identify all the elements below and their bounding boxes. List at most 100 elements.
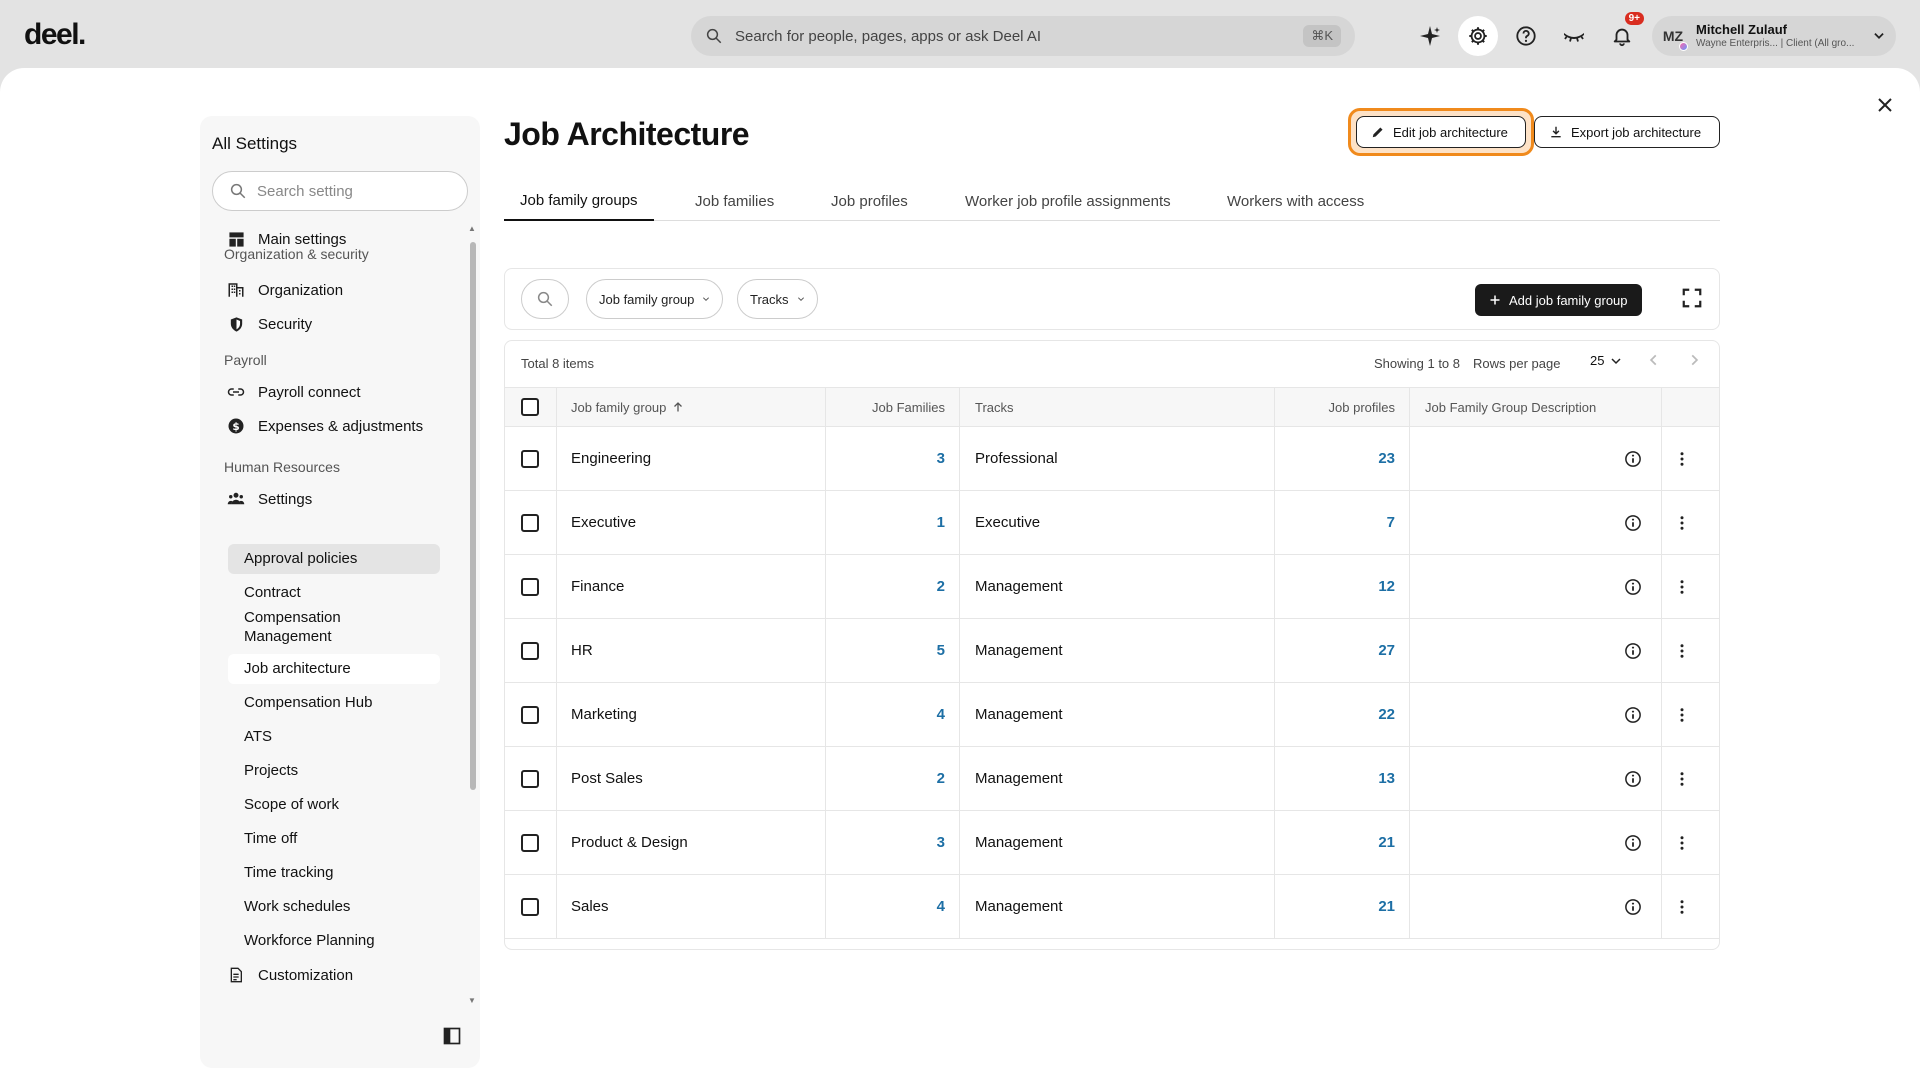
row-actions-button[interactable] <box>1672 555 1692 618</box>
job-family-group-filter[interactable]: Job family group <box>586 279 724 319</box>
sidebar-item-approval-policies[interactable]: Approval policies <box>228 544 440 574</box>
tab-job-families[interactable]: Job families <box>695 181 774 221</box>
row-checkbox[interactable] <box>521 555 539 618</box>
tab-job-family-groups[interactable]: Job family groups <box>504 181 654 221</box>
column-header-job-family-group[interactable]: Job family group <box>571 388 684 426</box>
table-row[interactable]: Post Sales 2 Management 13 <box>505 747 1719 811</box>
row-actions-button[interactable] <box>1672 747 1692 810</box>
job-families-count-link[interactable]: 2 <box>825 747 945 810</box>
description-info-button[interactable] <box>1623 491 1643 554</box>
sidebar-item-expenses[interactable]: $ Expenses & adjustments <box>212 411 452 441</box>
description-info-button[interactable] <box>1623 875 1643 938</box>
job-families-count-link[interactable]: 5 <box>825 619 945 682</box>
sidebar-item-customization[interactable]: Customization <box>212 960 452 990</box>
sidebar-item-projects[interactable]: Projects <box>228 756 440 786</box>
job-families-count-link[interactable]: 1 <box>825 491 945 554</box>
row-actions-button[interactable] <box>1672 875 1692 938</box>
row-checkbox[interactable] <box>521 747 539 810</box>
table-search-button[interactable] <box>521 279 569 319</box>
job-families-count-link[interactable]: 3 <box>825 427 945 490</box>
table-row[interactable]: Marketing 4 Management 22 <box>505 683 1719 747</box>
description-info-button[interactable] <box>1623 555 1643 618</box>
sidebar-item-security[interactable]: Security <box>212 309 452 339</box>
export-job-architecture-button[interactable]: Export job architecture <box>1534 116 1720 148</box>
collapse-sidebar-button[interactable] <box>442 1026 464 1048</box>
job-families-count-link[interactable]: 3 <box>825 811 945 874</box>
row-actions-button[interactable] <box>1672 683 1692 746</box>
ai-sparkle-button[interactable] <box>1410 16 1450 56</box>
sidebar-item-job-architecture[interactable]: Job architecture <box>228 654 440 684</box>
sidebar-scrollbar[interactable] <box>470 242 476 790</box>
job-family-group-name[interactable]: Executive <box>571 491 636 554</box>
row-checkbox[interactable] <box>521 811 539 874</box>
job-family-group-name[interactable]: Post Sales <box>571 747 643 810</box>
scroll-down-arrow[interactable]: ▼ <box>468 996 476 1005</box>
job-families-count-link[interactable]: 4 <box>825 683 945 746</box>
next-page-button[interactable] <box>1687 353 1701 372</box>
sidebar-item-time-off[interactable]: Time off <box>228 824 440 854</box>
table-row[interactable]: Sales 4 Management 21 <box>505 875 1719 939</box>
edit-job-architecture-button[interactable]: Edit job architecture <box>1356 116 1526 148</box>
notifications-button[interactable]: 9+ <box>1602 12 1644 56</box>
scroll-up-arrow[interactable]: ▲ <box>468 224 476 233</box>
table-row[interactable]: Engineering 3 Professional 23 <box>505 427 1719 491</box>
row-actions-button[interactable] <box>1672 427 1692 490</box>
description-info-button[interactable] <box>1623 619 1643 682</box>
job-profiles-count-link[interactable]: 21 <box>1274 811 1395 874</box>
global-search-input[interactable]: Search for people, pages, apps or ask De… <box>691 16 1355 56</box>
job-family-group-name[interactable]: Marketing <box>571 683 637 746</box>
select-all-checkbox[interactable] <box>521 388 539 426</box>
job-family-group-name[interactable]: Product & Design <box>571 811 688 874</box>
description-info-button[interactable] <box>1623 747 1643 810</box>
rows-per-page-select[interactable]: 25 <box>1590 353 1622 368</box>
job-family-group-name[interactable]: Finance <box>571 555 624 618</box>
job-profiles-count-link[interactable]: 7 <box>1274 491 1395 554</box>
add-job-family-group-button[interactable]: Add job family group <box>1475 284 1642 316</box>
sidebar-item-scope-of-work[interactable]: Scope of work <box>228 790 440 820</box>
row-actions-button[interactable] <box>1672 491 1692 554</box>
tab-workers-with-access[interactable]: Workers with access <box>1227 181 1364 221</box>
row-actions-button[interactable] <box>1672 619 1692 682</box>
row-checkbox[interactable] <box>521 683 539 746</box>
row-actions-button[interactable] <box>1672 811 1692 874</box>
sidebar-item-contract[interactable]: Contract <box>228 578 440 608</box>
fullscreen-button[interactable] <box>1681 287 1705 311</box>
prev-page-button[interactable] <box>1647 353 1661 372</box>
sidebar-item-payroll-connect[interactable]: Payroll connect <box>212 377 452 407</box>
job-profiles-count-link[interactable]: 13 <box>1274 747 1395 810</box>
sidebar-item-hr-settings[interactable]: Settings <box>212 484 452 514</box>
tab-job-profiles[interactable]: Job profiles <box>831 181 908 221</box>
tab-worker-job-profile-assignments[interactable]: Worker job profile assignments <box>965 181 1171 221</box>
table-row[interactable]: HR 5 Management 27 <box>505 619 1719 683</box>
job-profiles-count-link[interactable]: 22 <box>1274 683 1395 746</box>
job-profiles-count-link[interactable]: 27 <box>1274 619 1395 682</box>
row-checkbox[interactable] <box>521 491 539 554</box>
user-menu[interactable]: MZ Mitchell Zulauf Wayne Enterpris... | … <box>1652 16 1896 56</box>
job-families-count-link[interactable]: 4 <box>825 875 945 938</box>
close-button[interactable] <box>1870 90 1900 120</box>
row-checkbox[interactable] <box>521 875 539 938</box>
job-profiles-count-link[interactable]: 21 <box>1274 875 1395 938</box>
sidebar-item-workforce-planning[interactable]: Workforce Planning <box>228 926 440 956</box>
table-row[interactable]: Product & Design 3 Management 21 <box>505 811 1719 875</box>
sidebar-item-ats[interactable]: ATS <box>228 722 440 752</box>
deel-logo[interactable]: deel. <box>24 18 86 52</box>
settings-button[interactable] <box>1458 16 1498 56</box>
job-families-count-link[interactable]: 2 <box>825 555 945 618</box>
description-info-button[interactable] <box>1623 427 1643 490</box>
job-family-group-name[interactable]: HR <box>571 619 593 682</box>
setting-search-input[interactable]: Search setting <box>212 171 468 211</box>
sidebar-item-organization[interactable]: Organization <box>212 275 452 305</box>
job-family-group-name[interactable]: Engineering <box>571 427 651 490</box>
job-profiles-count-link[interactable]: 23 <box>1274 427 1395 490</box>
table-row[interactable]: Finance 2 Management 12 <box>505 555 1719 619</box>
sidebar-item-compensation-management[interactable]: Compensation Management <box>228 605 440 649</box>
table-row[interactable]: Executive 1 Executive 7 <box>505 491 1719 555</box>
tracks-filter[interactable]: Tracks <box>737 279 818 319</box>
sidebar-item-compensation-hub[interactable]: Compensation Hub <box>228 688 440 718</box>
description-info-button[interactable] <box>1623 811 1643 874</box>
job-family-group-name[interactable]: Sales <box>571 875 609 938</box>
help-button[interactable] <box>1506 16 1546 56</box>
incognito-button[interactable] <box>1554 16 1594 56</box>
sidebar-item-time-tracking[interactable]: Time tracking <box>228 858 440 888</box>
